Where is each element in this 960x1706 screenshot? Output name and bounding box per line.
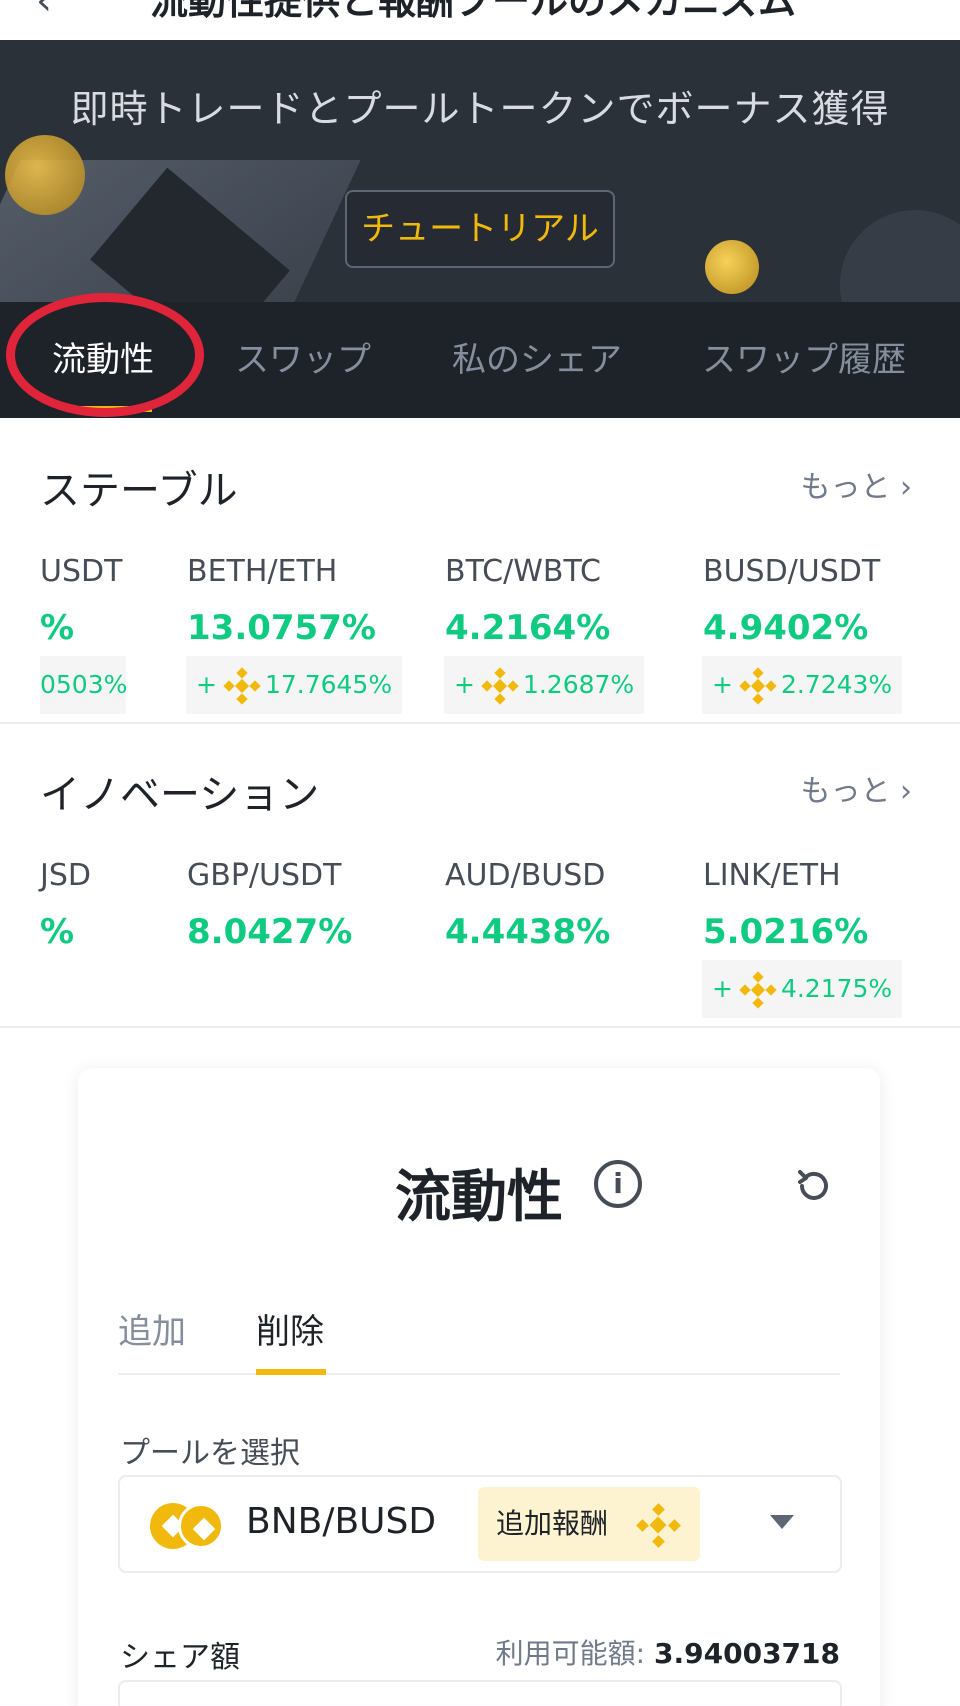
bonus-value: 0503% <box>40 670 128 699</box>
bnb-logo-icon <box>739 667 777 705</box>
busd-logo-icon <box>178 1503 224 1549</box>
more-link[interactable]: もっと › <box>800 766 912 810</box>
tutorial-button[interactable]: チュートリアル <box>345 190 615 268</box>
bnb-logo-icon <box>739 971 777 1009</box>
card-title: 流動性 <box>395 1165 563 1230</box>
available-label: 利用可能額: <box>495 1637 646 1670</box>
pool-pair[interactable]: LINK/ETH <box>703 858 841 893</box>
pair-icons <box>150 1503 226 1549</box>
available-value: 3.94003718 <box>654 1637 840 1670</box>
selected-pair: BNB/BUSD <box>246 1501 437 1542</box>
chevron-right-icon: › <box>900 470 912 505</box>
section-title: ステーブル <box>40 468 238 514</box>
pool-pair[interactable]: BTC/WBTC <box>445 554 601 589</box>
annotation-circle <box>6 293 204 417</box>
pool-pair[interactable]: JSD <box>40 858 91 893</box>
more-label: もっと <box>800 470 891 505</box>
liquidity-card: 流動性 i 追加 削除 プールを選択 BNB/BUSD 追加報酬 シェア額 利用… <box>78 1068 880 1706</box>
pool-bonus: 0503% <box>40 656 128 714</box>
stable-section: ステーブル もっと › USDT % 0503% BETH/ETH 13.075… <box>0 418 960 724</box>
tab-swap[interactable]: スワップ <box>235 332 371 381</box>
innovation-section: イノベーション もっと › JSD % GBP/USDT 8.0427% AUD… <box>0 724 960 1028</box>
chevron-right-icon: › <box>900 774 912 809</box>
bnb-logo-icon <box>636 1503 681 1548</box>
bonus-value: 2.7243% <box>780 670 893 699</box>
bonus-value: 1.2687% <box>522 670 635 699</box>
share-amount-input[interactable] <box>118 1680 842 1706</box>
pool-pair[interactable]: BUSD/USDT <box>703 554 880 589</box>
tab-remove[interactable]: 削除 <box>256 1304 324 1353</box>
pool-apy: % <box>40 912 75 952</box>
pool-pair[interactable]: AUD/BUSD <box>445 858 605 893</box>
banner-slogan: 即時トレードとプールトークンでボーナス獲得 <box>70 87 890 131</box>
back-arrow-icon[interactable]: ‹ <box>36 0 52 24</box>
bnb-logo-icon <box>223 667 261 705</box>
available-amount: 利用可能額: 3.94003718 <box>496 1632 840 1672</box>
refresh-icon[interactable] <box>792 1164 836 1208</box>
active-tab-indicator <box>256 1369 326 1375</box>
pool-pair[interactable]: USDT <box>40 554 122 589</box>
tab-divider <box>118 1373 840 1375</box>
pool-apy: 13.0757% <box>187 608 376 648</box>
reward-badge: 追加報酬 <box>478 1487 700 1561</box>
tab-my-share[interactable]: 私のシェア <box>452 332 622 381</box>
pool-select-label: プールを選択 <box>120 1436 300 1471</box>
tab-add[interactable]: 追加 <box>118 1304 186 1353</box>
pool-bonus: +4.2175% <box>702 960 902 1018</box>
pool-pair[interactable]: BETH/ETH <box>187 554 337 589</box>
pool-apy: 4.2164% <box>445 608 611 648</box>
pool-pair[interactable]: GBP/USDT <box>187 858 341 893</box>
hero-banner: 即時トレードとプールトークンでボーナス獲得 チュートリアル 流動性 スワップ 私… <box>0 40 960 418</box>
more-label: もっと <box>800 774 891 809</box>
section-title: イノベーション <box>40 772 320 818</box>
pool-bonus: +17.7645% <box>186 656 402 714</box>
more-link[interactable]: もっと › <box>800 462 912 506</box>
bonus-value: 4.2175% <box>780 974 893 1003</box>
page-title: 流動性提供と報酬プールのメカニズム <box>150 0 797 23</box>
pool-select[interactable]: BNB/BUSD 追加報酬 <box>118 1475 842 1573</box>
pool-bonus: +1.2687% <box>444 656 644 714</box>
reward-badge-label: 追加報酬 <box>496 1507 609 1540</box>
info-icon[interactable]: i <box>594 1160 642 1208</box>
pool-apy: 8.0427% <box>187 912 353 952</box>
bnb-logo-icon <box>481 667 519 705</box>
share-amount-label: シェア額 <box>120 1640 240 1675</box>
pool-apy: 4.4438% <box>445 912 611 952</box>
coin-decoration <box>5 135 85 215</box>
pool-apy: % <box>40 608 75 648</box>
bonus-value: 17.7645% <box>264 670 393 699</box>
top-bar: ‹ 流動性提供と報酬プールのメカニズム <box>0 0 960 40</box>
coin-decoration <box>705 240 759 294</box>
pool-apy: 4.9402% <box>703 608 869 648</box>
pool-apy: 5.0216% <box>703 912 869 952</box>
tab-swap-history[interactable]: スワップ履歴 <box>702 332 906 381</box>
pool-bonus: +2.7243% <box>702 656 902 714</box>
caret-down-icon[interactable] <box>770 1515 794 1529</box>
